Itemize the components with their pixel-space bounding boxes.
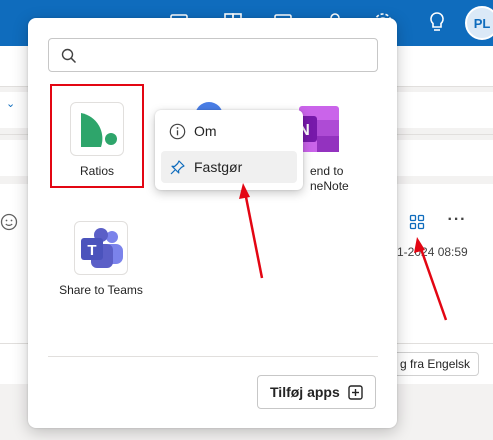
menu-item-pin[interactable]: Fastgør bbox=[161, 151, 297, 183]
apps-grid-icon bbox=[409, 214, 425, 230]
add-apps-label: Tilføj apps bbox=[270, 384, 340, 400]
add-apps-button[interactable]: Tilføj apps bbox=[257, 375, 376, 409]
search-input[interactable] bbox=[85, 45, 365, 65]
chevron-down-icon[interactable]: ⌄ bbox=[6, 97, 15, 110]
app-tile-teams[interactable]: T Share to Teams bbox=[51, 221, 151, 298]
avatar[interactable]: PL bbox=[465, 6, 493, 40]
search-box[interactable] bbox=[48, 38, 378, 72]
apps-button[interactable] bbox=[405, 210, 429, 234]
menu-item-label: Fastgør bbox=[194, 159, 243, 175]
divider bbox=[48, 356, 378, 357]
add-square-icon bbox=[348, 384, 363, 400]
message-date: 1-2024 08:59 bbox=[397, 245, 468, 259]
translate-button[interactable]: g fra Engelsk bbox=[393, 352, 480, 376]
menu-item-about[interactable]: Om bbox=[161, 115, 297, 147]
app-label: Share to Teams bbox=[59, 283, 143, 297]
lightbulb-icon[interactable] bbox=[424, 9, 450, 35]
search-icon bbox=[61, 48, 77, 64]
context-menu: Om Fastgør bbox=[155, 110, 303, 190]
pin-icon bbox=[170, 159, 185, 174]
svg-text:T: T bbox=[87, 242, 96, 259]
info-icon bbox=[169, 123, 186, 139]
emoji-icon[interactable] bbox=[0, 213, 18, 231]
teams-icon: T bbox=[74, 221, 128, 275]
menu-item-label: Om bbox=[194, 123, 217, 139]
apps-popup: Ratios N end to neNote T Share to Teams … bbox=[28, 18, 397, 428]
highlight-box bbox=[50, 84, 144, 188]
more-options-button[interactable]: ··· bbox=[444, 210, 470, 234]
